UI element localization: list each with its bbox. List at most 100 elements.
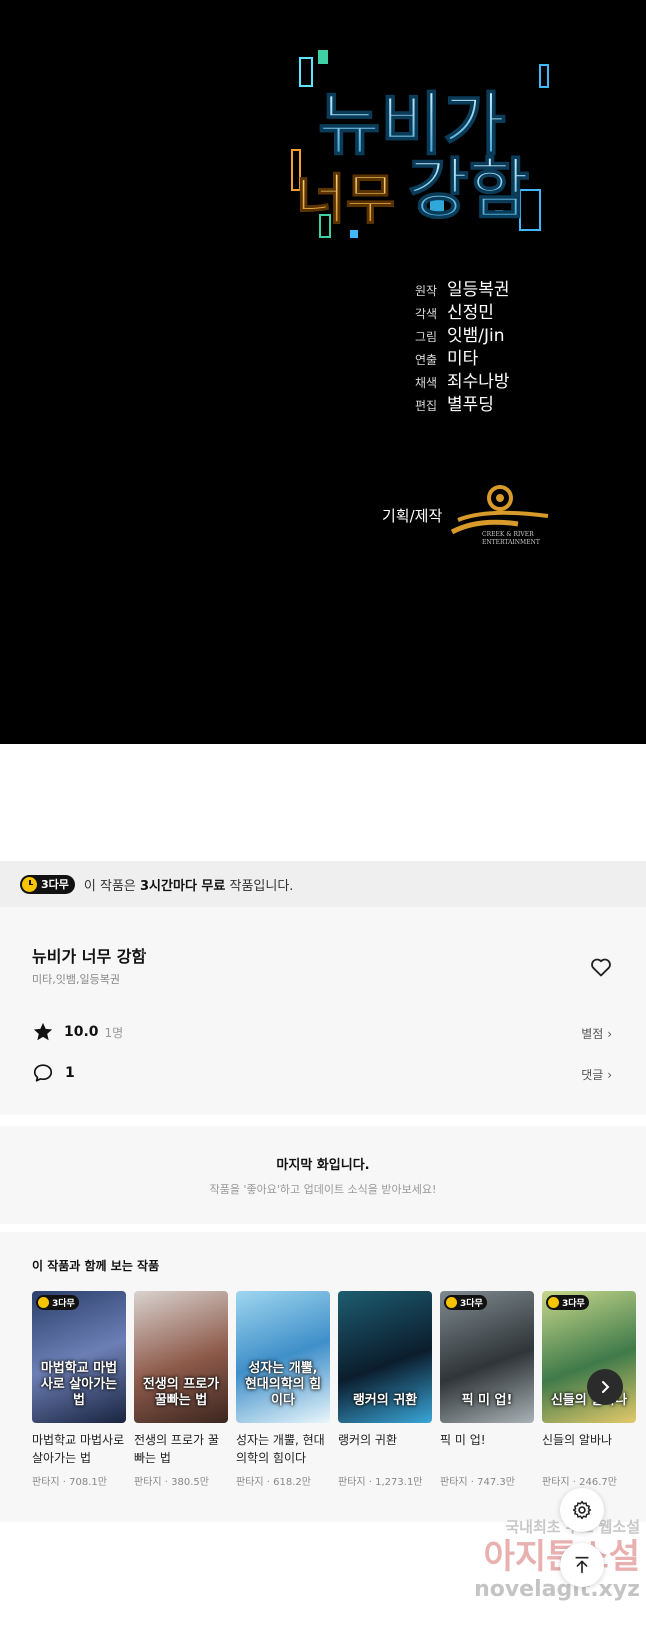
recommended-work-card[interactable]: 랭커의 귀환 랭커의 귀환 판타지 · 1,273.1만 <box>338 1291 432 1488</box>
credit-name: 잇뱀/Jin <box>447 326 505 346</box>
comment-icon <box>33 1064 53 1082</box>
rating-value: 10.0 <box>64 1024 99 1040</box>
credit-name: 일등복권 <box>447 280 510 300</box>
last-episode-notice: 마지막 화입니다. 작품을 '좋아요'하고 업데이트 소식을 받아보세요! <box>0 1126 646 1224</box>
work-meta: 판타지 · 1,273.1만 <box>338 1477 423 1488</box>
work-name[interactable]: 전생의 프로가 꿀빠는 법 <box>134 1431 228 1469</box>
work-info-panel: 뉴비가 너무 강함 › 미타,잇뱀,일등복권 10.0 1명 별점 › 1 댓글… <box>0 907 646 1115</box>
clock-icon <box>446 1297 457 1308</box>
recommended-work-card[interactable]: 성자는 개뿔, 현대의학의 힘이다 성자는 개뿔, 현대의학의 힘이다 판타지 · … <box>236 1291 330 1488</box>
planning-label: 기획/제작 <box>382 507 443 525</box>
banner-text-before: 이 작품은 <box>83 878 141 894</box>
title-logo: 뉴비가 너무 강함 <box>291 50 549 238</box>
credit-role: 채색 <box>415 376 438 390</box>
recommended-work-card[interactable]: 3다무 마법학교 마법사로 살아가는 법 마법학교 마법사로 살아가는 법 판타지 ·… <box>32 1291 126 1488</box>
comment-link-label: 댓글 <box>581 1068 604 1082</box>
credit-role: 각색 <box>415 307 438 321</box>
star-icon <box>33 1022 53 1041</box>
scroll-to-top-button[interactable] <box>560 1543 604 1587</box>
credit-role: 그림 <box>415 330 438 344</box>
comment-count: 1 <box>65 1065 75 1081</box>
work-cover[interactable]: 3다무마법학교 마법사로 살아가는 법 <box>32 1291 126 1423</box>
watermark-line2: 아지툰소설 <box>440 1537 640 1577</box>
credit-row: 원작 일등복권 <box>415 275 510 300</box>
work-name[interactable]: 픽 미 업! <box>440 1431 534 1469</box>
arrow-up-icon <box>575 1556 589 1574</box>
wait-free-badge: 3다무 <box>36 1295 79 1310</box>
credit-role: 원작 <box>415 284 438 298</box>
wait-free-badge: 3다무 <box>546 1295 589 1310</box>
badge-label: 3다무 <box>52 1299 75 1309</box>
credit-row: 연출 미타 <box>415 344 510 369</box>
recommendations-title: 이 작품과 함께 보는 작품 <box>32 1259 160 1273</box>
chevron-right-icon <box>602 1381 610 1393</box>
rating-count: 1명 <box>104 1025 124 1040</box>
badge-label: 3다무 <box>562 1299 585 1309</box>
work-meta: 판타지 · 747.3만 <box>440 1477 515 1488</box>
watermark-line1: 국내최초 무료 웹소설 <box>505 1518 640 1536</box>
work-name[interactable]: 신들의 알바나 <box>542 1431 636 1469</box>
credit-role: 연출 <box>415 353 438 367</box>
heart-icon[interactable] <box>589 955 613 979</box>
rating-row: 10.0 1명 <box>32 1021 123 1043</box>
chevron-right-icon[interactable]: › <box>140 943 146 961</box>
wait-free-badge: 3다무 <box>444 1295 487 1310</box>
comment-link[interactable]: 댓글 › <box>581 1066 612 1083</box>
carousel-next-button[interactable] <box>587 1369 623 1405</box>
banner-text-after: 작품입니다. <box>225 878 294 894</box>
cover-title-text: 마법학교 마법사로 살아가는 법 <box>40 1361 118 1408</box>
credit-role: 편집 <box>415 399 438 413</box>
credit-row: 채색 죄수나방 <box>415 367 510 392</box>
recommended-work-card[interactable]: 전생의 프로가 꿀빠는 법 전생의 프로가 꿀빠는 법 판타지 · 380.5만 <box>134 1291 228 1488</box>
cover-title-text: 성자는 개뿔, 현대의학의 힘이다 <box>244 1361 322 1408</box>
work-cover[interactable]: 전생의 프로가 꿀빠는 법 <box>134 1291 228 1423</box>
work-cover[interactable]: 3다무 신들의 알바나 <box>542 1291 636 1423</box>
work-name[interactable]: 성자는 개뿔, 현대의학의 힘이다 <box>236 1431 330 1469</box>
work-name[interactable]: 마법학교 마법사로 살아가는 법 <box>32 1431 126 1469</box>
cover-title-text: 전생의 프로가 꿀빠는 법 <box>142 1377 220 1408</box>
watermark-line3: novelagit.xyz <box>474 1577 640 1602</box>
clock-icon <box>548 1297 559 1308</box>
banner-text: 이 작품은 3시간마다 무료 작품입니다. <box>84 875 294 894</box>
credit-name: 죄수나방 <box>447 372 510 392</box>
work-title-link[interactable]: 뉴비가 너무 강함 <box>32 943 146 967</box>
badge-label: 3다무 <box>460 1299 483 1309</box>
work-meta: 판타지 · 246.7만 <box>542 1477 617 1488</box>
company-line1: CREEK & RIVER <box>482 531 534 538</box>
recommendations-section: 이 작품과 함께 보는 작품 3다무 마법학교 마법사로 살아가는 법 마법학교 마… <box>0 1232 646 1522</box>
work-meta: 판타지 · 708.1만 <box>32 1477 107 1488</box>
credit-row: 편집 별푸딩 <box>415 390 510 415</box>
chevron-right-icon: › <box>607 1027 612 1041</box>
gear-icon <box>572 1500 592 1520</box>
company-line2: ENTERTAINMENT <box>482 539 540 546</box>
authors: 미타,잇뱀,일등복권 <box>32 973 120 986</box>
clock-icon <box>38 1297 49 1308</box>
work-meta: 판타지 · 380.5만 <box>134 1477 209 1488</box>
credits-list: 원작 일등복권 각색 신정민그림 잇뱀/Jin 연출 미타채색 죄수나방편집 별푸딩 <box>415 275 510 415</box>
credit-row: 그림 잇뱀/Jin <box>415 321 510 346</box>
last-episode-subtitle: 작품을 '좋아요'하고 업데이트 소식을 받아보세요! <box>209 1183 437 1196</box>
rating-link-label: 별점 <box>581 1027 604 1041</box>
work-cover[interactable]: 3다무픽 미 업! <box>440 1291 534 1423</box>
credit-name: 미타 <box>447 349 479 369</box>
site-watermark: 국내최초 무료 웹소설 아지툰소설 novelagit.xyz <box>440 1516 640 1602</box>
credit-row: 각색 신정민 <box>415 298 510 323</box>
wait-free-badge: 3다무 <box>20 874 75 894</box>
work-cover[interactable]: 성자는 개뿔, 현대의학의 힘이다 <box>236 1291 330 1423</box>
work-name[interactable]: 랭커의 귀환 <box>338 1431 432 1469</box>
creek-river-logo: CREEK & RIVER ENTERTAINMENT <box>450 485 549 546</box>
work-cover[interactable]: 랭커의 귀환 <box>338 1291 432 1423</box>
rating-link[interactable]: 별점 › <box>581 1025 612 1042</box>
free-every-3h-banner: 3다무 이 작품은 3시간마다 무료 작품입니다. <box>0 861 646 907</box>
cover-title-text: 픽 미 업! <box>461 1393 513 1408</box>
work-meta: 판타지 · 618.2만 <box>236 1477 311 1488</box>
title-line2-b: 강함 <box>408 151 529 228</box>
recommended-work-card[interactable]: 3다무 픽 미 업! 픽 미 업! 판타지 · 747.3만 <box>440 1291 534 1488</box>
last-episode-title: 마지막 화입니다. <box>276 1158 370 1173</box>
episode-end-artwork: 뉴비가 너무 강함 원작 일등복권 각색 신정민 그림 잇뱀/Jin 연출 미타 채색 죄수나방 편… <box>0 0 646 744</box>
credit-name: 별푸딩 <box>447 395 494 415</box>
comment-row: 1 <box>32 1062 75 1084</box>
viewer-settings-button[interactable] <box>560 1488 604 1532</box>
banner-text-bold: 3시간마다 무료 <box>140 878 226 894</box>
cover-title-text: 랭커의 귀환 <box>352 1393 418 1408</box>
